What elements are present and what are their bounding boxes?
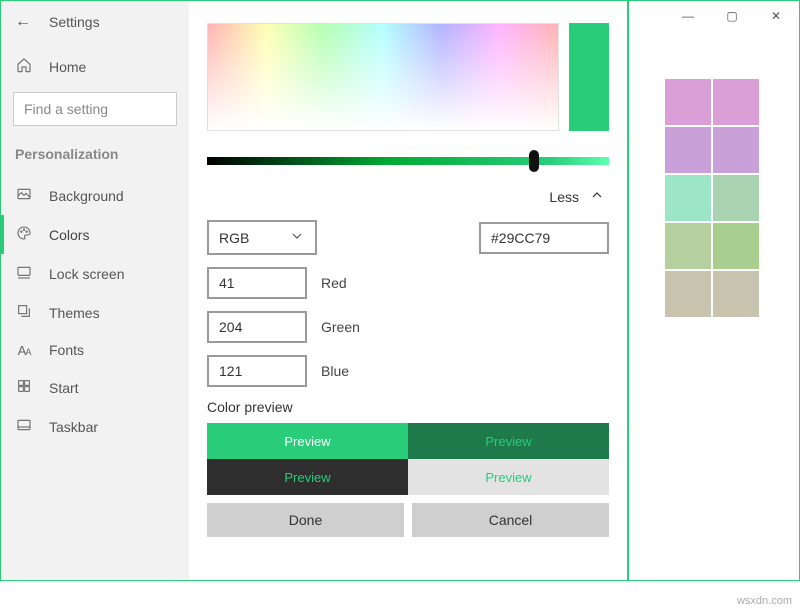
fonts-icon: AA	[15, 343, 33, 358]
sidebar-item-themes[interactable]: Themes	[1, 293, 189, 332]
less-toggle[interactable]: Less	[207, 187, 609, 206]
green-input[interactable]: 204	[207, 311, 307, 343]
chevron-up-icon	[589, 187, 605, 206]
sidebar: ← Settings Home Find a setting Personali…	[1, 1, 189, 580]
sidebar-item-label: Colors	[49, 227, 89, 243]
swatch[interactable]	[665, 223, 711, 269]
app-title: Settings	[49, 14, 100, 30]
preview-cell: Preview	[408, 459, 609, 495]
swatch[interactable]	[713, 271, 759, 317]
swatch[interactable]	[713, 127, 759, 173]
preview-cell: Preview	[408, 423, 609, 459]
blue-input[interactable]: 121	[207, 355, 307, 387]
lockscreen-icon	[15, 264, 33, 283]
sidebar-item-fonts[interactable]: AA Fonts	[1, 332, 189, 368]
cancel-button[interactable]: Cancel	[412, 503, 609, 537]
maximize-button[interactable]: ▢	[710, 2, 754, 30]
value-slider[interactable]	[207, 157, 609, 165]
back-icon[interactable]: ←	[15, 13, 31, 31]
swatch[interactable]	[665, 79, 711, 125]
sidebar-item-lockscreen[interactable]: Lock screen	[1, 254, 189, 293]
sidebar-item-home[interactable]: Home	[1, 47, 189, 86]
hex-input[interactable]: #29CC79	[479, 222, 609, 254]
themes-icon	[15, 303, 33, 322]
swatch[interactable]	[665, 127, 711, 173]
sidebar-item-label: Start	[49, 380, 79, 396]
sidebar-item-start[interactable]: Start	[1, 368, 189, 407]
watermark: wsxdn.com	[737, 595, 792, 607]
sidebar-item-label: Lock screen	[49, 266, 124, 282]
preview-cell: Preview	[207, 459, 408, 495]
sidebar-section-label: Personalization	[1, 138, 189, 176]
swatch[interactable]	[713, 223, 759, 269]
sidebar-item-label: Themes	[49, 305, 100, 321]
sidebar-item-label: Fonts	[49, 342, 84, 358]
sidebar-item-label: Background	[49, 188, 124, 204]
start-icon	[15, 378, 33, 397]
color-mode-value: RGB	[219, 230, 249, 246]
recent-swatches	[629, 1, 759, 580]
swatch[interactable]	[713, 175, 759, 221]
sidebar-item-label: Taskbar	[49, 419, 98, 435]
home-icon	[15, 57, 33, 76]
picture-icon	[15, 186, 33, 205]
search-input[interactable]: Find a setting	[13, 92, 177, 126]
sidebar-item-colors[interactable]: Colors	[1, 215, 189, 254]
minimize-button[interactable]: —	[666, 2, 710, 30]
current-color-swatch	[569, 23, 609, 131]
sidebar-item-label: Home	[49, 59, 86, 75]
swatch[interactable]	[665, 271, 711, 317]
red-label: Red	[321, 275, 347, 291]
color-gradient-canvas[interactable]	[207, 23, 559, 131]
close-button[interactable]: ✕	[754, 2, 798, 30]
green-label: Green	[321, 319, 360, 335]
palette-icon	[15, 225, 33, 244]
window-controls: — ▢ ✕	[666, 2, 798, 30]
less-label: Less	[549, 189, 579, 205]
slider-thumb[interactable]	[529, 150, 539, 172]
chevron-down-icon	[289, 228, 305, 247]
sidebar-item-background[interactable]: Background	[1, 176, 189, 215]
color-preview-title: Color preview	[207, 399, 609, 415]
blue-label: Blue	[321, 363, 349, 379]
taskbar-icon	[15, 417, 33, 436]
preview-cell: Preview	[207, 423, 408, 459]
sidebar-item-taskbar[interactable]: Taskbar	[1, 407, 189, 446]
color-mode-dropdown[interactable]: RGB	[207, 220, 317, 255]
color-preview-grid: Preview Preview Preview Preview	[207, 423, 609, 495]
swatch[interactable]	[713, 79, 759, 125]
red-input[interactable]: 41	[207, 267, 307, 299]
done-button[interactable]: Done	[207, 503, 404, 537]
color-picker-panel: Less RGB #29CC79 41 Red	[189, 1, 629, 580]
swatch[interactable]	[665, 175, 711, 221]
